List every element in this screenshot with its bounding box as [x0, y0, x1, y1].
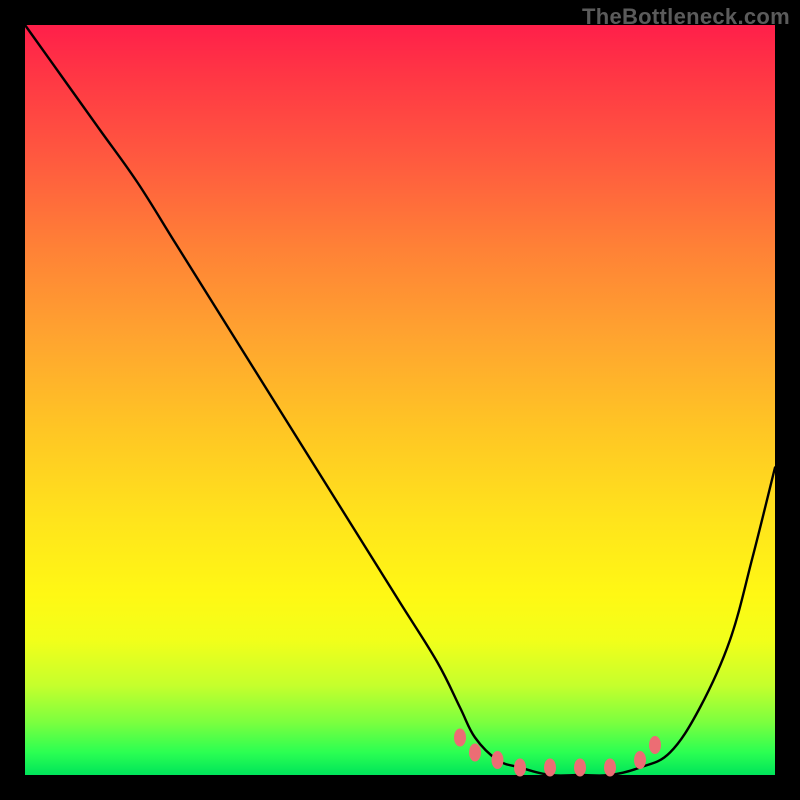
highlight-dot	[514, 759, 526, 777]
highlight-markers	[454, 729, 661, 777]
highlight-dot	[649, 736, 661, 754]
bottleneck-curve	[25, 25, 775, 776]
highlight-dot	[469, 744, 481, 762]
highlight-dot	[574, 759, 586, 777]
chart-frame: TheBottleneck.com	[0, 0, 800, 800]
chart-svg	[0, 0, 800, 800]
highlight-dot	[454, 729, 466, 747]
highlight-dot	[634, 751, 646, 769]
highlight-dot	[604, 759, 616, 777]
watermark-text: TheBottleneck.com	[582, 4, 790, 30]
highlight-dot	[544, 759, 556, 777]
highlight-dot	[492, 751, 504, 769]
